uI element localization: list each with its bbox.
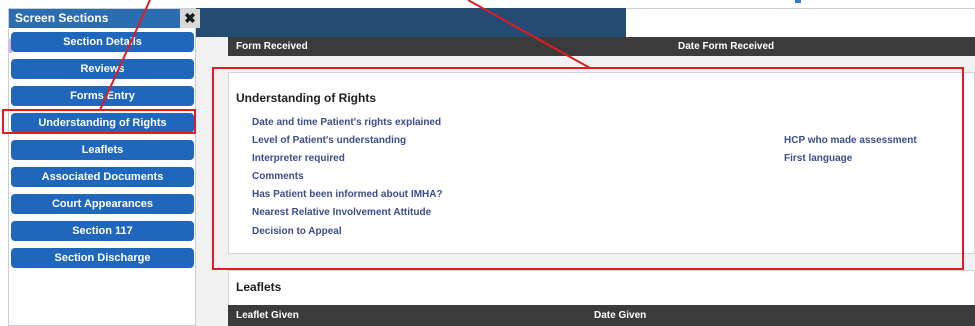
highlight-nav-item xyxy=(2,109,196,134)
nav-court-appearances[interactable]: Court Appearances xyxy=(11,194,194,214)
col-date-given: Date Given xyxy=(594,310,647,321)
leaflets-table-header: Leaflet Given Date Given xyxy=(228,305,975,326)
sidebar-header: Screen Sections xyxy=(9,9,195,28)
leaflets-title: Leaflets xyxy=(236,280,282,294)
highlight-panel xyxy=(212,67,964,270)
nav-reviews[interactable]: Reviews xyxy=(11,59,194,79)
nav-associated-documents[interactable]: Associated Documents xyxy=(11,167,194,187)
nav-leaflets[interactable]: Leaflets xyxy=(11,140,194,160)
col-form-received: Form Received xyxy=(236,41,308,52)
col-date-form-received: Date Form Received xyxy=(678,41,775,52)
nav-section-details[interactable]: Section Details xyxy=(11,32,194,52)
sidebar-title: Screen Sections xyxy=(15,11,109,25)
top-banner xyxy=(196,8,626,37)
close-icon[interactable]: ✖ xyxy=(180,9,200,28)
nav-section-discharge[interactable]: Section Discharge xyxy=(11,248,194,268)
forms-table-header: Form Received Date Form Received xyxy=(228,37,975,56)
top-accent-mark xyxy=(795,0,801,3)
top-banner-right xyxy=(626,8,975,37)
col-leaflet-given: Leaflet Given xyxy=(236,310,299,321)
nav-forms-entry[interactable]: Forms Entry xyxy=(11,86,194,106)
nav-section-117[interactable]: Section 117 xyxy=(11,221,194,241)
